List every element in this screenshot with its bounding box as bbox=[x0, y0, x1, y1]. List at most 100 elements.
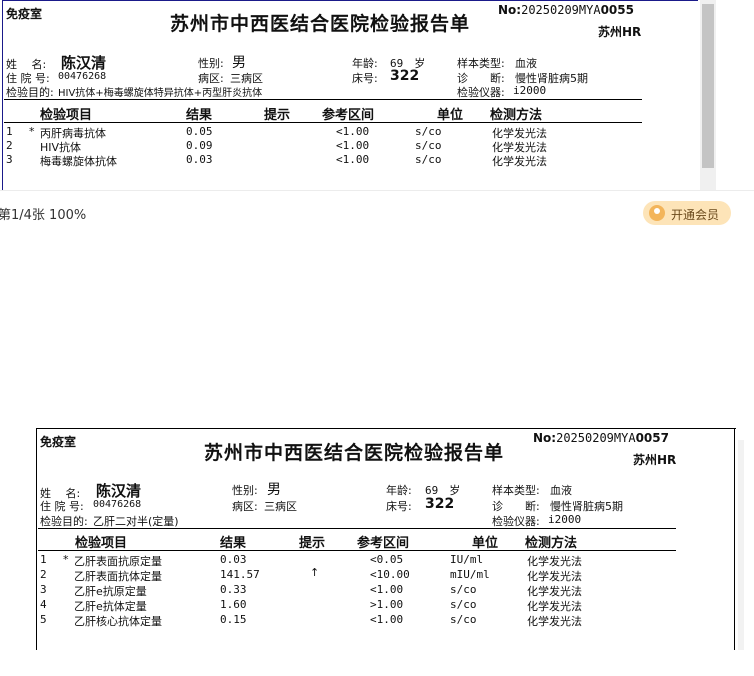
col-result: 结果 bbox=[220, 536, 247, 551]
report-number-label: No: bbox=[533, 431, 557, 445]
report-title: 苏州市中西医结合医院检验报告单 bbox=[204, 442, 505, 464]
col-ref: 参考区间 bbox=[357, 536, 410, 551]
bed-value: 322 bbox=[425, 496, 455, 512]
header-bottom-rule bbox=[38, 550, 676, 551]
report-left-border bbox=[36, 428, 37, 650]
admission-value: 00476268 bbox=[58, 71, 107, 82]
row-index: 3 bbox=[6, 153, 13, 166]
row-unit: IU/ml bbox=[450, 553, 484, 566]
instrument-value: i2000 bbox=[548, 513, 582, 526]
col-method: 检测方法 bbox=[525, 536, 578, 551]
row-unit: s/co bbox=[450, 583, 477, 596]
row-ref: <1.00 bbox=[370, 613, 404, 626]
purpose-value: 乙肝二对半(定量) bbox=[93, 515, 179, 528]
row-result: 0.33 bbox=[220, 583, 247, 596]
row-item: 乙肝核心抗体定量 bbox=[74, 615, 162, 628]
row-ref: <1.00 bbox=[370, 583, 404, 596]
report-number-value: 20250209MYA bbox=[556, 431, 636, 445]
row-method: 化学发光法 bbox=[527, 585, 582, 598]
bed-label: 床号: bbox=[386, 500, 412, 513]
row-unit: s/co bbox=[450, 598, 477, 611]
gender-label: 性别: bbox=[198, 57, 224, 70]
col-result: 结果 bbox=[186, 108, 213, 123]
row-item: 乙肝e抗体定量 bbox=[74, 600, 147, 613]
viewer-toolbar: 第1/4张 100% bbox=[0, 190, 754, 235]
instrument-label: 检验仪器: bbox=[457, 86, 505, 99]
page-indicator: 第1/4张 100% bbox=[0, 208, 87, 223]
col-method: 检测方法 bbox=[490, 108, 543, 123]
age-label: 年龄: bbox=[386, 484, 412, 497]
vip-button[interactable]: 开通会员 bbox=[643, 201, 731, 225]
dept-label: 免疫室 bbox=[6, 7, 43, 21]
row-ref: >1.00 bbox=[370, 598, 404, 611]
row-unit: s/co bbox=[415, 125, 442, 138]
row-item: 梅毒螺旋体抗体 bbox=[40, 155, 117, 168]
row-result: 0.03 bbox=[186, 153, 213, 166]
sample-value: 血液 bbox=[550, 484, 572, 497]
vip-label: 开通会员 bbox=[671, 208, 720, 222]
row-hint: ↑ bbox=[310, 566, 320, 579]
report-number-suffix: 0057 bbox=[635, 431, 669, 445]
report-number-suffix: 0055 bbox=[600, 3, 634, 17]
bed-label: 床号: bbox=[352, 72, 378, 85]
image-scrollbar-thumb[interactable] bbox=[702, 4, 714, 168]
image-scrollbar[interactable] bbox=[700, 0, 716, 190]
row-index: 2 bbox=[6, 139, 13, 152]
report-number-label: No: bbox=[498, 3, 522, 17]
row-index: 1 bbox=[6, 125, 13, 138]
instrument-value: i2000 bbox=[513, 84, 547, 97]
header-bottom-rule bbox=[4, 122, 642, 123]
report-top-border bbox=[2, 0, 698, 1]
image-edge-shadow bbox=[738, 440, 744, 650]
purpose-label: 检验目的: bbox=[6, 86, 54, 99]
col-hint: 提示 bbox=[299, 536, 326, 551]
row-flag: * bbox=[29, 125, 35, 138]
report-top-border bbox=[36, 428, 736, 429]
row-unit: s/co bbox=[415, 139, 442, 152]
dept-label: 免疫室 bbox=[40, 435, 77, 449]
row-item: 乙肝表面抗体定量 bbox=[74, 570, 162, 583]
row-method: 化学发光法 bbox=[527, 570, 582, 583]
user-avatar-icon bbox=[649, 205, 665, 221]
diagnosis-label: 诊 断: bbox=[492, 500, 540, 513]
report-left-border bbox=[2, 0, 3, 190]
report-number: No:20250209MYA0055 bbox=[498, 3, 634, 17]
row-result: 0.15 bbox=[220, 613, 247, 626]
row-ref: <10.00 bbox=[370, 568, 410, 581]
row-method: 化学发光法 bbox=[492, 155, 547, 168]
report-number: No:20250209MYA0057 bbox=[533, 431, 669, 445]
purpose-value: HIV抗体+梅毒螺旋体特异抗体+丙型肝炎抗体 bbox=[58, 88, 263, 99]
row-item: 乙肝表面抗原定量 bbox=[74, 555, 162, 568]
col-item: 检验项目 bbox=[40, 108, 93, 123]
age-label: 年龄: bbox=[352, 57, 378, 70]
row-method: 化学发光法 bbox=[527, 600, 582, 613]
sample-label: 样本类型: bbox=[457, 57, 505, 70]
row-unit: s/co bbox=[415, 153, 442, 166]
col-unit: 单位 bbox=[472, 536, 499, 551]
row-result: 141.57 bbox=[220, 568, 260, 581]
instrument-label: 检验仪器: bbox=[492, 515, 540, 528]
row-result: 0.09 bbox=[186, 139, 213, 152]
row-method: 化学发光法 bbox=[527, 555, 582, 568]
hospital-code: 苏州HR bbox=[598, 25, 642, 39]
gender-label: 性别: bbox=[232, 484, 258, 497]
row-result: 0.03 bbox=[220, 553, 247, 566]
ward-label: 病区: bbox=[232, 500, 258, 513]
sample-label: 样本类型: bbox=[492, 484, 540, 497]
ward-value: 三病区 bbox=[264, 500, 297, 513]
col-hint: 提示 bbox=[264, 108, 291, 123]
admission-label: 住 院 号: bbox=[40, 500, 84, 513]
col-item: 检验项目 bbox=[75, 536, 128, 551]
row-flag: * bbox=[63, 553, 69, 566]
row-unit: mIU/ml bbox=[450, 568, 490, 581]
row-unit: s/co bbox=[450, 613, 477, 626]
row-index: 1 bbox=[40, 553, 47, 566]
purpose-label: 检验目的: bbox=[40, 515, 88, 528]
report-number-value: 20250209MYA bbox=[521, 3, 601, 17]
row-index: 4 bbox=[40, 598, 47, 611]
row-ref: <0.05 bbox=[370, 553, 404, 566]
row-result: 1.60 bbox=[220, 598, 247, 611]
row-index: 5 bbox=[40, 613, 47, 626]
hospital-code: 苏州HR bbox=[633, 453, 677, 467]
header-top-rule bbox=[4, 99, 642, 100]
